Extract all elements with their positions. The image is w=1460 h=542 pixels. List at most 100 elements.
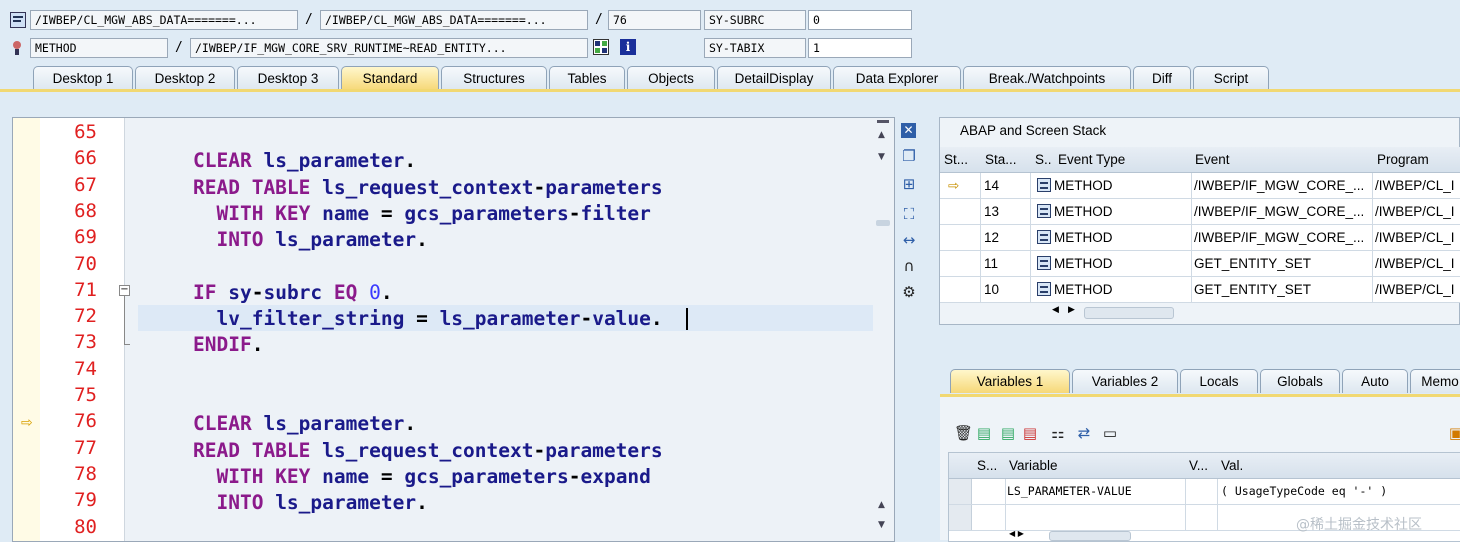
append-row-icon[interactable]: ▤ bbox=[1000, 425, 1016, 441]
line-number-field[interactable]: 76 bbox=[608, 10, 701, 30]
source-code-editor[interactable]: − ⇨ 65 66 CLEAR ls_parameter. 67 READ TABLE … bbox=[12, 117, 895, 542]
editor-scrollbar[interactable]: ▲ ▼ ▲ ▼ bbox=[873, 120, 891, 540]
code-line[interactable]: READ TABLE ls_request_context-parameters bbox=[193, 176, 663, 199]
tab-desktop-2[interactable]: Desktop 2 bbox=[135, 66, 235, 90]
insert-row-icon[interactable]: ▤ bbox=[976, 425, 992, 441]
sysvar-value-field[interactable]: 0 bbox=[808, 10, 912, 30]
tab-desktop-1[interactable]: Desktop 1 bbox=[33, 66, 133, 90]
tab-auto[interactable]: Auto bbox=[1342, 369, 1408, 393]
code-line[interactable]: ENDIF. bbox=[193, 333, 263, 356]
code-line[interactable]: INTO ls_parameter. bbox=[193, 491, 427, 514]
line-number: 65 bbox=[74, 121, 97, 143]
watermark: @稀土掘金技术社区 bbox=[1296, 517, 1422, 533]
code-token: CLEAR bbox=[193, 149, 264, 173]
code-line[interactable]: IF sy-subrc EQ 0. bbox=[193, 281, 393, 304]
info-icon[interactable]: i bbox=[620, 39, 636, 55]
tab-desktop-3[interactable]: Desktop 3 bbox=[237, 66, 339, 90]
save-icon[interactable]: ▣ bbox=[1448, 425, 1460, 441]
col-header-v[interactable]: V... bbox=[1189, 453, 1219, 478]
col-header-event[interactable]: Event bbox=[1195, 147, 1375, 172]
tab-structures[interactable]: Structures bbox=[441, 66, 547, 90]
line-number: 75 bbox=[74, 384, 97, 406]
program-field[interactable]: /IWBEP/CL_MGW_ABS_DATA=======... bbox=[30, 10, 298, 30]
col-header-program[interactable]: Program bbox=[1377, 147, 1460, 172]
code-token: = bbox=[380, 464, 405, 488]
code-token: = bbox=[380, 201, 405, 225]
variable-value-cell[interactable]: ( UsageTypeCode eq '-' ) bbox=[1221, 479, 1451, 504]
stack-level-cell: 14 bbox=[984, 178, 1000, 193]
stack-row[interactable]: 10 METHOD GET_ENTITY_SET/IWBEP/CL_I bbox=[940, 277, 1460, 303]
code-line[interactable]: WITH KEY name = gcs_parameters-filter bbox=[193, 201, 650, 225]
code-token: ls_parameter bbox=[275, 228, 417, 252]
headset-icon[interactable]: ∩ bbox=[901, 258, 917, 274]
stack-row[interactable]: ⇨ 14 METHOD/IWBEP/IF_MGW_CORE_... /IWBEP/CL… bbox=[940, 173, 1460, 199]
event-name-field[interactable]: /IWBEP/IF_MGW_CORE_SRV_RUNTIME~READ_ENTI… bbox=[190, 38, 588, 58]
code-token: . bbox=[251, 333, 264, 357]
hierarchy-icon[interactable]: ⚏ bbox=[1050, 425, 1066, 441]
code-line[interactable]: CLEAR ls_parameter. bbox=[193, 149, 416, 172]
stack-header-row: St... Sta... S.. Event Type Event Progra… bbox=[940, 147, 1460, 173]
variable-row[interactable]: LS_PARAMETER-VALUE ( UsageTypeCode eq '-… bbox=[949, 479, 1460, 505]
code-line[interactable]: lv_filter_string = ls_parameter-value. bbox=[193, 307, 663, 331]
expand-horizontal-icon[interactable]: ↔ bbox=[901, 232, 917, 248]
tab-break-watchpoints[interactable]: Break./Watchpoints bbox=[963, 66, 1131, 90]
stack-row[interactable]: 12 METHOD/IWBEP/IF_MGW_CORE_... /IWBEP/CL_… bbox=[940, 225, 1460, 251]
col-header-event-type[interactable]: Event Type bbox=[1058, 147, 1188, 172]
tab-objects[interactable]: Objects bbox=[627, 66, 715, 90]
sysvar-value-field-2[interactable]: 1 bbox=[808, 38, 912, 58]
event-cell: GET_ENTITY_SET bbox=[1194, 282, 1312, 297]
col-header-s-var[interactable]: S... bbox=[977, 453, 1007, 478]
navigate-icon[interactable]: ⇄ bbox=[1076, 425, 1092, 441]
breakpoint-gutter[interactable] bbox=[13, 118, 41, 541]
grid-icon[interactable] bbox=[593, 39, 609, 55]
event-cell: /IWBEP/IF_MGW_CORE_... bbox=[1194, 204, 1365, 219]
line-number: 77 bbox=[74, 436, 97, 459]
code-token: - bbox=[251, 280, 264, 304]
maximize-icon[interactable]: ⛶ bbox=[901, 206, 917, 222]
tab-tables[interactable]: Tables bbox=[549, 66, 625, 90]
tab-diff[interactable]: Diff bbox=[1133, 66, 1191, 90]
stack-panel-title: ABAP and Screen Stack bbox=[960, 123, 1107, 138]
close-icon[interactable]: ✕ bbox=[901, 123, 916, 138]
code-token: ls_parameter bbox=[439, 307, 581, 331]
col-header-status[interactable]: St... bbox=[944, 147, 984, 172]
code-token: lv_filter_string bbox=[216, 307, 417, 331]
col-header-stack-level[interactable]: Sta... bbox=[985, 147, 1030, 172]
variable-name-cell[interactable]: LS_PARAMETER-VALUE bbox=[1007, 479, 1183, 504]
stack-row[interactable]: 13 METHOD/IWBEP/IF_MGW_CORE_... /IWBEP/CL_… bbox=[940, 199, 1460, 225]
program-cell: /IWBEP/CL_I bbox=[1375, 282, 1455, 297]
services-icon[interactable]: ⚙ bbox=[901, 284, 917, 300]
delete-icon[interactable]: 🗑 bbox=[954, 425, 973, 441]
tab-variables-2[interactable]: Variables 2 bbox=[1072, 369, 1178, 393]
event-type-field[interactable]: METHOD bbox=[30, 38, 168, 58]
method-type-icon bbox=[1037, 178, 1051, 192]
tab-globals[interactable]: Globals bbox=[1260, 369, 1340, 393]
tab-data-explorer[interactable]: Data Explorer bbox=[833, 66, 961, 90]
tab-variables-1[interactable]: Variables 1 bbox=[950, 369, 1070, 393]
delete-row-icon[interactable]: ▤ bbox=[1022, 425, 1038, 441]
code-line[interactable]: CLEAR ls_parameter. bbox=[193, 412, 416, 435]
include-field[interactable]: /IWBEP/CL_MGW_ABS_DATA=======... bbox=[320, 10, 588, 30]
code-line[interactable]: INTO ls_parameter. bbox=[193, 228, 427, 252]
tab-script[interactable]: Script bbox=[1193, 66, 1269, 90]
tab-locals[interactable]: Locals bbox=[1180, 369, 1258, 393]
col-header-variable[interactable]: Variable bbox=[1009, 453, 1179, 478]
col-header-value[interactable]: Val. bbox=[1221, 453, 1421, 478]
tab-memory[interactable]: Memo bbox=[1410, 369, 1460, 393]
code-line[interactable]: WITH KEY name = gcs_parameters-expand bbox=[193, 464, 650, 488]
layout-icon[interactable]: ⊞ bbox=[901, 176, 917, 192]
tab-standard[interactable]: Standard bbox=[341, 66, 439, 90]
folder-icon[interactable]: ▭ bbox=[1102, 425, 1118, 441]
code-token: . bbox=[650, 307, 663, 331]
fold-line bbox=[124, 296, 125, 344]
fold-toggle[interactable]: − bbox=[119, 285, 130, 296]
col-header-s[interactable]: S.. bbox=[1035, 147, 1057, 172]
code-token: ENDIF bbox=[193, 333, 252, 357]
code-line[interactable]: READ TABLE ls_request_context-parameters bbox=[193, 439, 663, 462]
tab-detaildisplay[interactable]: DetailDisplay bbox=[717, 66, 831, 90]
stack-hscrollbar[interactable]: ◀ ▶ bbox=[1052, 305, 1174, 319]
new-session-icon[interactable]: ❐ bbox=[901, 148, 917, 164]
stack-row[interactable]: 11 METHOD GET_ENTITY_SET/IWBEP/CL_I bbox=[940, 251, 1460, 277]
code-token: ls_parameter bbox=[263, 412, 405, 436]
